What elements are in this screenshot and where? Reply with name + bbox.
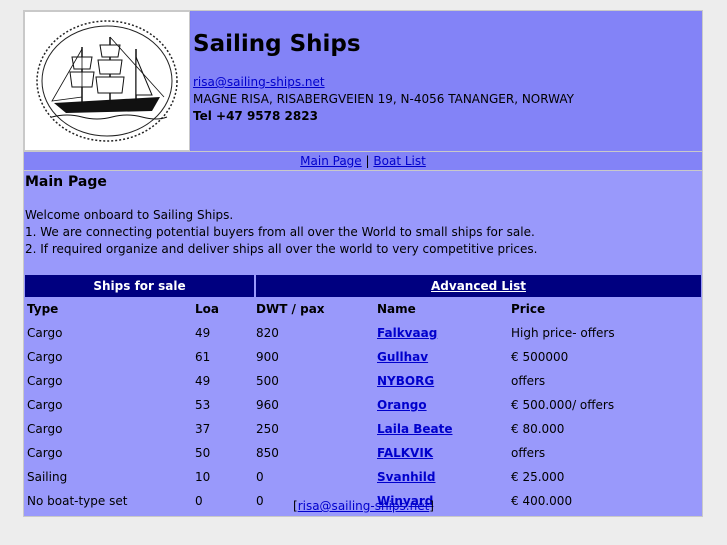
cell-type: Cargo [27,398,63,412]
intro-line-2: 2. If required organize and deliver ship… [25,242,538,256]
cell-type: Cargo [27,446,63,460]
ship-name-link[interactable]: NYBORG [377,374,434,388]
contact-panel: Sailing Ships risa@sailing-ships.net MAG… [191,11,702,151]
table-row: Cargo 61 900 Gullhav € 500000 [25,345,701,369]
cell-loa: 53 [195,398,211,412]
cell-price: € 80.000 [511,422,565,436]
table-row: Sailing 10 0 Svanhild € 25.000 [25,465,701,489]
ship-name-link[interactable]: Orango [377,398,427,412]
footer-email-link[interactable]: risa@sailing-ships.net [298,499,430,513]
nav-main-page-link[interactable]: Main Page [300,154,362,168]
cell-price: offers [511,374,546,388]
footer: [risa@sailing-ships.net] [0,499,727,513]
advanced-list-link[interactable]: Advanced List [431,279,526,293]
ship-name-link[interactable]: Falkvaag [377,326,437,340]
cell-price: offers [511,446,546,460]
nav-bar: Main Page | Boat List [24,152,702,170]
main-content: Main Page Welcome onboard to Sailing Shi… [24,171,702,516]
cell-loa: 49 [195,374,211,388]
cell-type: Sailing [27,470,68,484]
table-row: Cargo 50 850 FALKVIK offers [25,441,701,465]
col-price: Price [511,302,546,316]
ships-for-sale-header: Ships for sale [25,275,254,297]
cell-loa: 61 [195,350,211,364]
site-header: Sailing Ships risa@sailing-ships.net MAG… [24,11,702,151]
phone-text: Tel +47 9578 2823 [193,109,318,123]
col-name: Name [377,302,416,316]
cell-loa: 50 [195,446,211,460]
cell-loa: 10 [195,470,211,484]
header-email-link[interactable]: risa@sailing-ships.net [193,75,325,89]
main-heading: Main Page [25,174,107,190]
cell-dwt: 900 [256,350,279,364]
cell-type: Cargo [27,326,63,340]
table-row: Cargo 49 820 Falkvaag High price- offers [25,321,701,345]
ship-name-link[interactable]: Gullhav [377,350,428,364]
site-title: Sailing Ships [193,31,361,57]
col-dwt: DWT / pax [256,302,325,316]
cell-dwt: 850 [256,446,279,460]
col-loa: Loa [195,302,219,316]
page-frame: Sailing Ships risa@sailing-ships.net MAG… [23,10,703,517]
cell-dwt: 820 [256,326,279,340]
footer-bracket-close: ] [429,499,434,513]
cell-price: € 500.000/ offers [511,398,615,412]
nav-boat-list-link[interactable]: Boat List [373,154,425,168]
address-text: MAGNE RISA, RISABERGVEIEN 19, N-4056 TAN… [193,92,574,106]
cell-type: Cargo [27,350,63,364]
cell-type: Cargo [27,374,63,388]
cell-price: € 500000 [511,350,569,364]
ship-name-link[interactable]: Laila Beate [377,422,453,436]
cell-type: Cargo [27,422,63,436]
nav-separator: | [365,154,370,168]
cell-dwt: 960 [256,398,279,412]
cell-dwt: 500 [256,374,279,388]
ship-name-link[interactable]: FALKVIK [377,446,433,460]
logo-panel [24,11,190,151]
welcome-text: Welcome onboard to Sailing Ships. [25,208,234,222]
ships-table: Ships for sale Advanced List Type Loa DW… [25,275,701,513]
cell-dwt: 0 [256,470,264,484]
cell-loa: 49 [195,326,211,340]
table-row: Cargo 49 500 NYBORG offers [25,369,701,393]
col-type: Type [27,302,59,316]
ship-logo-icon [36,20,178,142]
cell-dwt: 250 [256,422,279,436]
table-row: Cargo 37 250 Laila Beate € 80.000 [25,417,701,441]
table-row: Cargo 53 960 Orango € 500.000/ offers [25,393,701,417]
cell-price: High price- offers [511,326,615,340]
cell-price: € 25.000 [511,470,565,484]
advanced-list-header: Advanced List [254,275,701,297]
cell-loa: 37 [195,422,211,436]
ship-name-link[interactable]: Svanhild [377,470,435,484]
intro-line-1: 1. We are connecting potential buyers fr… [25,225,535,239]
